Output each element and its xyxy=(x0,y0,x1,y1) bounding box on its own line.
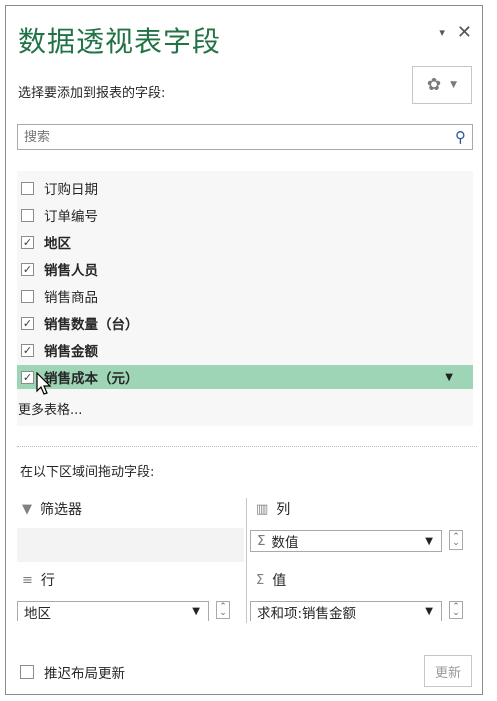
columns-icon: ▥ xyxy=(256,501,269,517)
title-controls: ▾ ✕ xyxy=(439,22,472,43)
columns-area-header: ▥ 列 xyxy=(256,499,290,519)
field-label: 销售人员 xyxy=(44,263,98,279)
defer-update-checkbox[interactable] xyxy=(20,665,34,679)
field-checkbox[interactable] xyxy=(21,208,34,222)
area-column-divider xyxy=(246,498,247,623)
mouse-cursor-icon xyxy=(36,371,52,400)
field-list: 订购日期 订单编号 ✓ 地区 ✓ 销售人员 销售商品 ✓ 销售数量（台） ✓ 销… xyxy=(17,171,473,426)
filters-area-header: ▼ 筛选器 xyxy=(22,499,82,519)
gear-icon: ✿ xyxy=(426,75,442,95)
columns-field-label: 数值 xyxy=(271,535,299,551)
field-checkbox[interactable]: ✓ xyxy=(21,316,34,330)
field-dropdown-icon[interactable]: ▼ xyxy=(445,372,453,383)
field-label: 销售商品 xyxy=(44,290,98,306)
close-icon[interactable]: ✕ xyxy=(457,22,472,43)
rows-icon: ≡ xyxy=(22,572,33,588)
values-field-chip[interactable]: 求和项:销售金额 ▼ xyxy=(250,601,442,622)
filters-area-label: 筛选器 xyxy=(40,502,82,518)
columns-scroll-icon[interactable]: ⌃ ⌄ xyxy=(449,530,463,550)
chevron-down-icon[interactable]: ▼ xyxy=(425,536,433,547)
values-scroll-icon[interactable]: ⌃ ⌄ xyxy=(449,601,463,619)
rows-field-chip[interactable]: 地区 ▼ xyxy=(17,601,209,622)
chevron-down-icon: ▼ xyxy=(450,80,458,90)
field-item[interactable]: ✓ 地区 xyxy=(17,230,473,254)
field-item[interactable]: 订购日期 xyxy=(17,176,473,200)
choose-fields-label: 选择要添加到报表的字段: xyxy=(18,86,166,101)
field-label: 地区 xyxy=(44,236,71,252)
more-tables-link[interactable]: 更多表格... xyxy=(17,399,82,418)
field-checkbox[interactable]: ✓ xyxy=(21,262,34,276)
update-button[interactable]: 更新 xyxy=(424,655,472,687)
defer-update-label: 推迟布局更新 xyxy=(44,666,125,682)
field-item[interactable]: ✓ 销售数量（台） xyxy=(17,311,473,335)
chevron-down-icon[interactable]: ▼ xyxy=(425,606,433,617)
field-item[interactable]: ✓ 销售金额 xyxy=(17,338,473,362)
field-item-highlighted[interactable]: ✓ 销售成本（元） ▼ xyxy=(17,365,473,389)
pane-title: 数据透视表字段 xyxy=(18,25,222,58)
columns-area-label: 列 xyxy=(276,502,291,518)
rows-field-label: 地区 xyxy=(24,605,51,622)
field-label: 销售成本（元） xyxy=(44,371,139,387)
search-input[interactable] xyxy=(24,129,404,145)
field-checkbox[interactable]: ✓ xyxy=(21,235,34,249)
field-checkbox[interactable] xyxy=(21,181,34,195)
section-divider xyxy=(17,446,477,447)
values-field-label: 求和项:销售金额 xyxy=(257,605,357,622)
field-label: 订购日期 xyxy=(44,182,98,198)
rows-scroll-icon[interactable]: ⌃ ⌄ xyxy=(216,601,230,619)
sigma-icon: Σ xyxy=(256,572,265,588)
values-area-header: Σ 值 xyxy=(256,570,286,590)
columns-field-chip[interactable]: Σ 数值 ▼ xyxy=(250,530,442,552)
pane-options-dropdown-icon[interactable]: ▾ xyxy=(439,26,445,39)
rows-area-label: 行 xyxy=(40,573,55,589)
values-area-label: 值 xyxy=(272,573,287,589)
defer-layout-update[interactable]: 推迟布局更新 xyxy=(20,662,125,682)
search-field[interactable]: ⚲ xyxy=(17,124,473,150)
chevron-down-icon[interactable]: ▼ xyxy=(192,606,200,617)
sigma-icon: Σ xyxy=(257,533,266,549)
filters-drop-zone[interactable] xyxy=(17,528,244,562)
field-item[interactable]: 销售商品 xyxy=(17,284,473,308)
field-checkbox[interactable]: ✓ xyxy=(21,370,34,384)
tools-button[interactable]: ✿ ▼ xyxy=(412,66,472,104)
field-label: 订单编号 xyxy=(44,209,98,225)
search-icon[interactable]: ⚲ xyxy=(455,128,466,146)
field-item[interactable]: ✓ 销售人员 xyxy=(17,257,473,281)
filter-icon: ▼ xyxy=(22,501,32,517)
rows-area-header: ≡ 行 xyxy=(22,570,55,590)
drag-fields-label: 在以下区域间拖动字段: xyxy=(20,465,155,480)
field-label: 销售金额 xyxy=(44,344,98,360)
field-checkbox[interactable]: ✓ xyxy=(21,343,34,357)
field-label: 销售数量（台） xyxy=(44,317,139,333)
pivot-table-fields-pane: 数据透视表字段 ▾ ✕ 选择要添加到报表的字段: ✿ ▼ ⚲ 订购日期 订单编号… xyxy=(5,5,483,695)
field-item[interactable]: 订单编号 xyxy=(17,203,473,227)
field-checkbox[interactable] xyxy=(21,289,34,303)
